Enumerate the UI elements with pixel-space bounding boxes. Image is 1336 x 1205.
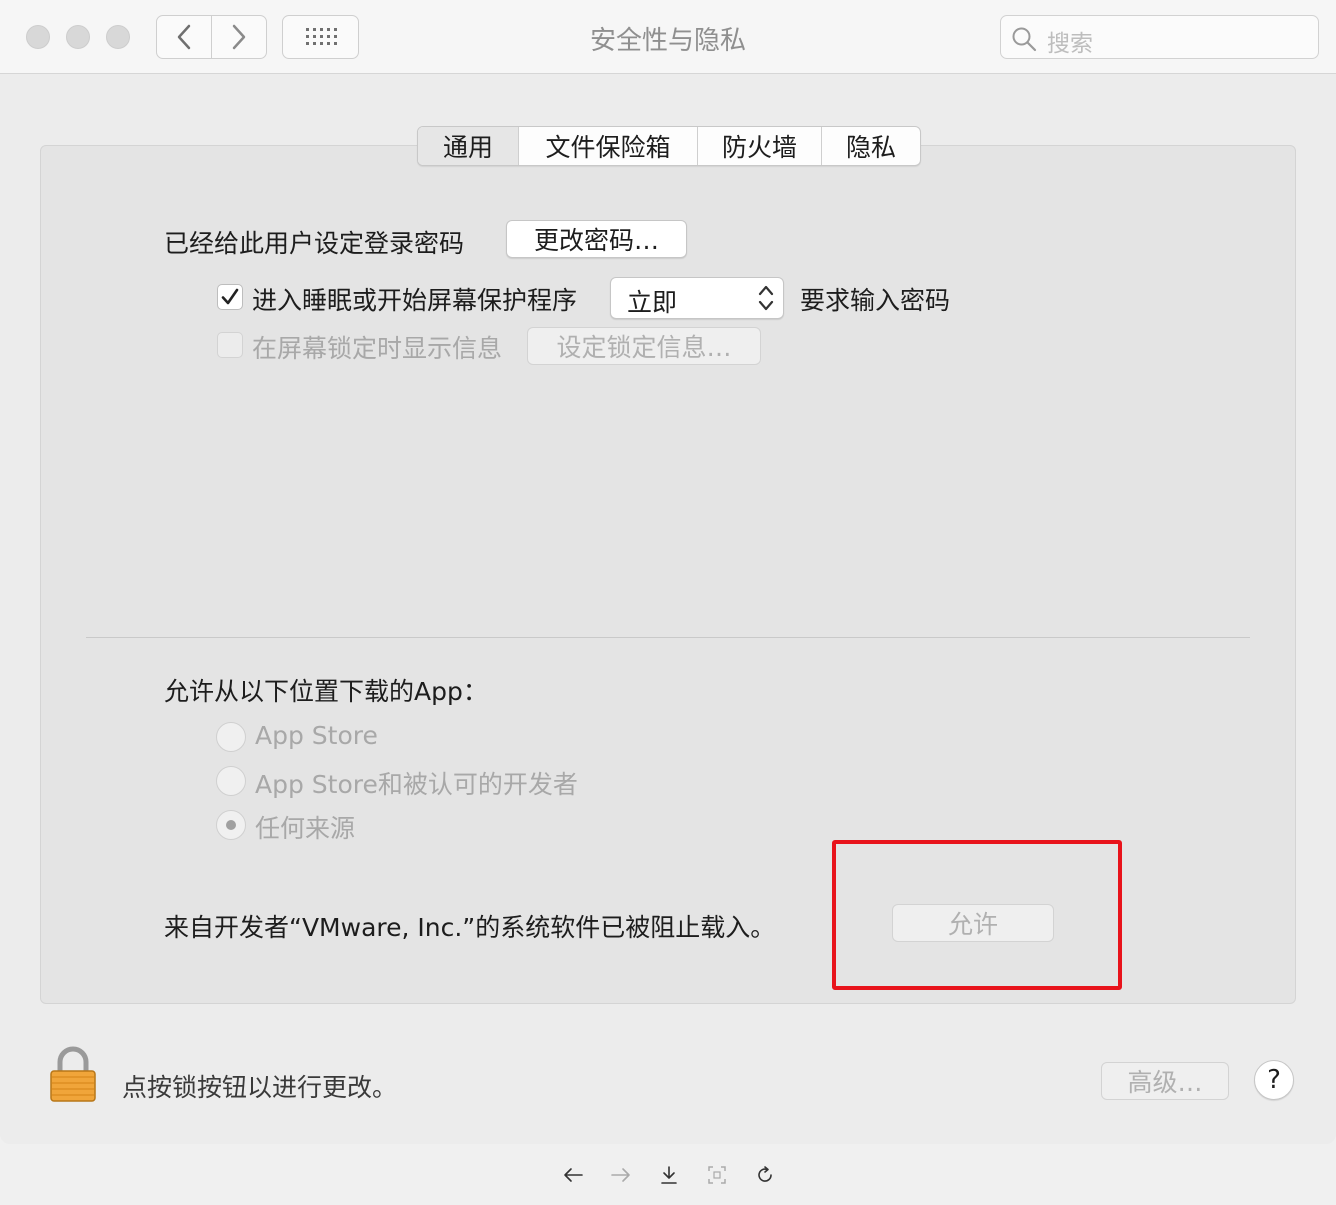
search-placeholder: 搜索 xyxy=(1047,31,1093,57)
search-field[interactable]: 搜索 xyxy=(1000,15,1319,59)
radio-app-store[interactable] xyxy=(216,722,246,752)
set-lock-message-button[interactable]: 设定锁定信息… xyxy=(527,327,761,365)
help-button[interactable]: ? xyxy=(1254,1060,1294,1100)
require-password-checkbox[interactable] xyxy=(217,284,243,310)
tab-privacy[interactable]: 隐私 xyxy=(821,127,920,165)
tab-filevault[interactable]: 文件保险箱 xyxy=(518,127,697,165)
radio-selected-dot xyxy=(226,820,236,830)
arrow-left-icon[interactable] xyxy=(561,1163,585,1187)
refresh-icon[interactable] xyxy=(753,1163,777,1187)
updown-arrows-icon xyxy=(758,285,774,311)
password-delay-value: 立即 xyxy=(627,288,678,317)
lock-instruction-text: 点按锁按钮以进行更改。 xyxy=(122,1073,398,1102)
arrow-right-icon[interactable] xyxy=(609,1163,633,1187)
radio-app-store-identified[interactable] xyxy=(216,766,246,796)
red-highlight-box xyxy=(832,840,1122,990)
require-password-label: 进入睡眠或开始屏幕保护程序 xyxy=(252,286,578,315)
option-identified-developers-label: App Store和被认可的开发者 xyxy=(255,770,578,799)
checkmark-icon xyxy=(221,288,239,305)
radio-anywhere[interactable] xyxy=(216,810,246,840)
tab-firewall[interactable]: 防火墙 xyxy=(697,127,821,165)
advanced-button[interactable]: 高级… xyxy=(1101,1062,1229,1100)
section-divider xyxy=(86,637,1250,638)
password-delay-select[interactable]: 立即 xyxy=(610,277,784,319)
option-anywhere-label: 任何来源 xyxy=(255,814,356,843)
change-password-button[interactable]: 更改密码… xyxy=(506,220,687,258)
downloads-heading: 允许从以下位置下载的App： xyxy=(164,677,488,706)
preferences-window: 安全性与隐私 搜索 通用 文件保险箱 防火墙 隐私 已经给此用户设定登录密码 更… xyxy=(0,0,1336,1144)
lock-message-checkbox[interactable] xyxy=(217,332,243,358)
require-password-suffix: 要求输入密码 xyxy=(800,286,951,315)
tab-bar: 通用 文件保险箱 防火墙 隐私 xyxy=(417,126,921,166)
tab-general[interactable]: 通用 xyxy=(418,127,518,165)
password-status-label: 已经给此用户设定登录密码 xyxy=(164,229,465,258)
option-app-store-label: App Store xyxy=(255,721,378,750)
blocked-software-message: 来自开发者“VMware, Inc.”的系统软件已被阻止载入。 xyxy=(164,913,776,942)
lock-message-label: 在屏幕锁定时显示信息 xyxy=(252,334,503,363)
title-bar: 安全性与隐私 搜索 xyxy=(0,0,1336,74)
download-icon[interactable] xyxy=(657,1163,681,1187)
lock-icon[interactable] xyxy=(48,1046,98,1108)
screenshot-icon[interactable] xyxy=(705,1163,729,1187)
search-icon xyxy=(1012,27,1037,52)
